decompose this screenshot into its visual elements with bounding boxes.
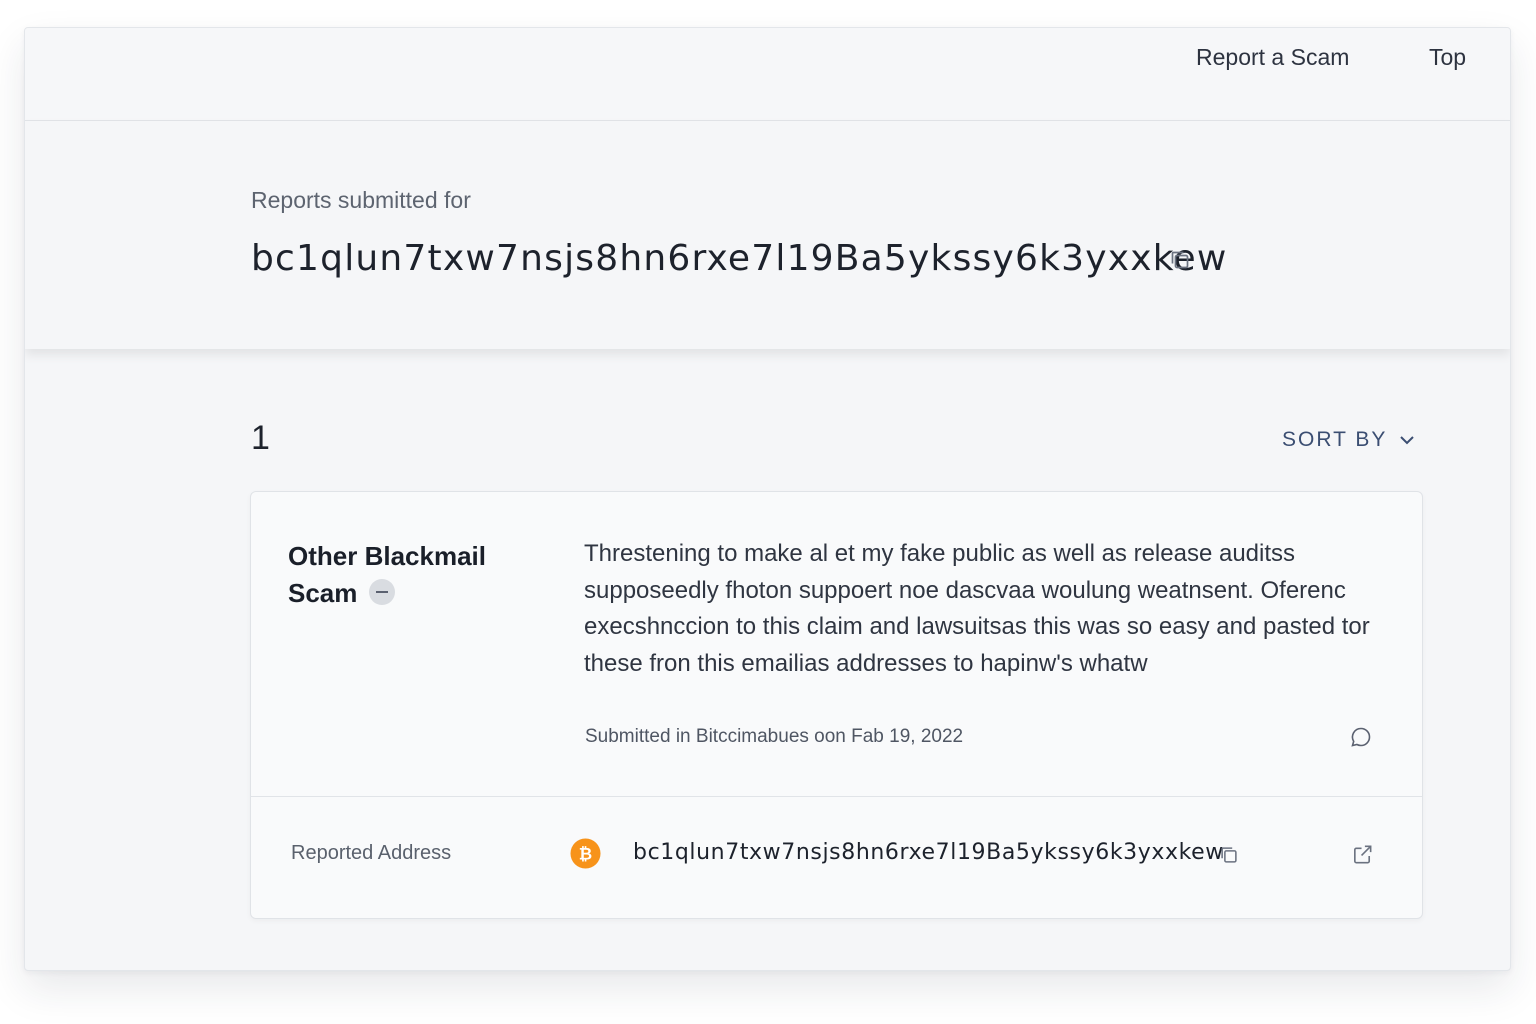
- address-header: Reports submitted for bc1qlun7txw7nsjs8h…: [25, 121, 1510, 349]
- comment-icon[interactable]: [1349, 725, 1373, 749]
- results-count: 1: [251, 419, 270, 457]
- top-link[interactable]: Top: [1429, 44, 1466, 71]
- submission-info: Submitted in Bitccimabues oon Fab 19, 20…: [585, 726, 964, 747]
- scam-type-heading: Other Blackmail Scam: [288, 538, 528, 612]
- copy-address-icon[interactable]: [1218, 844, 1240, 866]
- page-title-address: bc1qlun7txw7nsjs8hn6rxe7l19Ba5ykssy6k3yx…: [251, 238, 1228, 279]
- bitcoin-icon: ₿: [570, 838, 601, 869]
- sort-by-dropdown[interactable]: SORT BY: [1282, 428, 1417, 452]
- app-window: Report a Scam Top Reports submitted for …: [24, 27, 1511, 971]
- report-scam-link[interactable]: Report a Scam: [1196, 44, 1349, 71]
- svg-text:₿: ₿: [579, 844, 592, 863]
- sort-by-label: SORT BY: [1282, 428, 1388, 451]
- report-description: Threstening to make al et my fake public…: [584, 540, 1370, 677]
- report-card: Other Blackmail Scam Threstening to make…: [250, 491, 1423, 919]
- card-divider: [251, 796, 1422, 797]
- top-navigation: Report a Scam Top: [25, 28, 1510, 121]
- reported-address-label: Reported Address: [291, 842, 452, 864]
- page-subtitle: Reports submitted for: [251, 187, 471, 213]
- collapse-icon[interactable]: [369, 579, 396, 606]
- reported-address-value: bc1qlun7txw7nsjs8hn6rxe7l19Ba5ykssy6k3yx…: [633, 840, 1224, 865]
- external-link-icon[interactable]: [1351, 843, 1374, 866]
- copy-icon[interactable]: [1168, 248, 1192, 272]
- chevron-down-icon: [1400, 436, 1415, 445]
